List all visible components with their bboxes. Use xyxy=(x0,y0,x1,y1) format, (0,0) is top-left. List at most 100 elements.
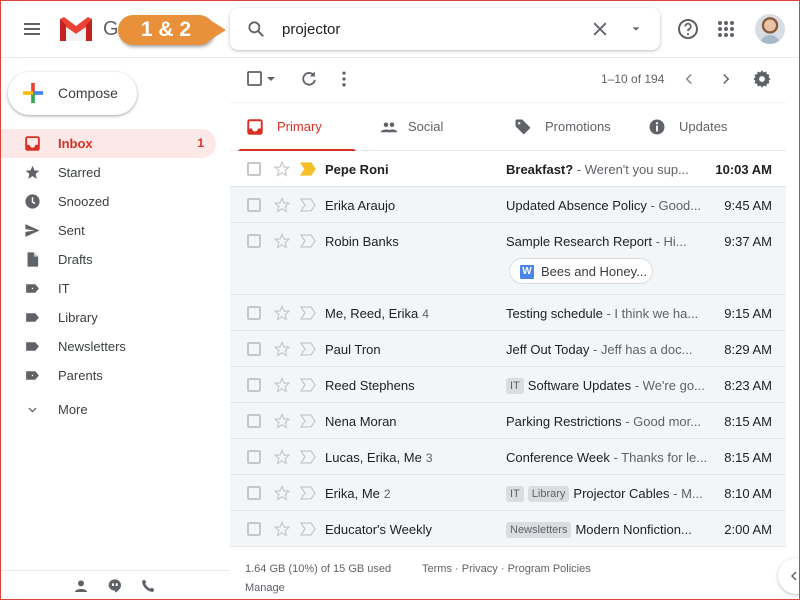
email-label-chip[interactable]: Library xyxy=(527,486,570,502)
email-snippet: - M... xyxy=(669,486,703,501)
email-row[interactable]: Paul Tron Jeff Out Today - Jeff has a doc… xyxy=(230,331,786,367)
important-marker-icon[interactable] xyxy=(300,162,316,176)
sender-name: Me, Reed, Erika xyxy=(325,306,419,321)
email-label-chip[interactable]: IT xyxy=(506,378,524,394)
previous-page-icon[interactable] xyxy=(680,70,698,88)
email-time: 8:23 AM xyxy=(724,378,772,393)
compose-button[interactable]: Compose xyxy=(8,72,137,115)
important-marker-icon[interactable] xyxy=(300,378,316,392)
attachment-chip[interactable]: W Bees and Honey... xyxy=(509,258,653,284)
important-marker-icon[interactable] xyxy=(300,342,316,356)
thread-count: 2 xyxy=(383,487,391,501)
star-toggle-icon[interactable] xyxy=(273,448,291,466)
next-page-icon[interactable] xyxy=(717,70,735,88)
thread-count: 4 xyxy=(422,307,429,321)
email-checkbox[interactable] xyxy=(247,198,261,212)
important-marker-icon[interactable] xyxy=(300,234,316,248)
email-checkbox[interactable] xyxy=(247,306,261,320)
star-toggle-icon[interactable] xyxy=(273,412,291,430)
star-toggle-icon[interactable] xyxy=(273,376,291,394)
sidebar-item-label: More xyxy=(58,402,88,417)
star-toggle-icon[interactable] xyxy=(273,340,291,358)
sidebar-item-drafts[interactable]: Drafts xyxy=(0,245,216,274)
settings-gear-icon[interactable] xyxy=(752,69,772,89)
sidebar-item-more[interactable]: More xyxy=(0,395,216,424)
star-toggle-icon[interactable] xyxy=(273,196,291,214)
privacy-link[interactable]: Privacy xyxy=(462,563,498,575)
tab-primary[interactable]: Primary xyxy=(230,103,364,152)
terms-link[interactable]: Terms xyxy=(422,563,452,575)
important-marker-icon[interactable] xyxy=(300,486,316,500)
important-marker-icon[interactable] xyxy=(300,306,316,320)
main-menu-button[interactable] xyxy=(20,17,44,41)
star-toggle-icon[interactable] xyxy=(273,232,291,250)
search-icon[interactable] xyxy=(246,19,266,39)
sender-name: Lucas, Erika, Me xyxy=(325,450,422,465)
refresh-icon[interactable] xyxy=(299,69,319,89)
compose-label: Compose xyxy=(58,85,118,101)
sidebar-item-sent[interactable]: Sent xyxy=(0,216,216,245)
apps-grid-icon[interactable] xyxy=(714,17,738,41)
email-checkbox[interactable] xyxy=(247,234,261,248)
email-sender: Me, Reed, Erika 4 xyxy=(325,306,429,321)
select-dropdown-icon[interactable] xyxy=(266,74,276,84)
tab-promotions[interactable]: Promotions xyxy=(498,103,632,151)
main-content: 1–10 of 194 Primary Social Promotions Up… xyxy=(230,58,786,600)
email-checkbox[interactable] xyxy=(247,522,261,536)
important-marker-icon[interactable] xyxy=(300,522,316,536)
sidebar-item-starred[interactable]: Starred xyxy=(0,158,216,187)
important-marker-icon[interactable] xyxy=(300,450,316,464)
sidebar-item-it[interactable]: IT xyxy=(0,274,216,303)
gmail-logo[interactable] xyxy=(58,15,94,43)
contacts-icon[interactable] xyxy=(73,578,89,594)
email-checkbox[interactable] xyxy=(247,414,261,428)
email-subject: Parking Restrictions xyxy=(506,414,622,429)
tab-social[interactable]: Social xyxy=(364,103,498,151)
star-toggle-icon[interactable] xyxy=(273,520,291,538)
search-options-icon[interactable] xyxy=(626,19,646,39)
clear-search-icon[interactable] xyxy=(590,19,610,39)
email-checkbox[interactable] xyxy=(247,162,261,176)
sidebar-item-inbox[interactable]: Inbox 1 xyxy=(0,129,216,158)
star-toggle-icon[interactable] xyxy=(273,160,291,178)
email-row[interactable]: Nena Moran Parking Restrictions - Good mo… xyxy=(230,403,786,439)
sidebar-item-library[interactable]: Library xyxy=(0,303,216,332)
program-policies-link[interactable]: Program Policies xyxy=(508,563,591,575)
callout-arrow xyxy=(210,20,226,40)
email-label-chip[interactable]: IT xyxy=(506,486,524,502)
email-label-chip[interactable]: Newsletters xyxy=(506,522,572,538)
email-checkbox[interactable] xyxy=(247,342,261,356)
email-row[interactable]: Robin Banks Sample Research Report - Hi..… xyxy=(230,223,786,295)
important-marker-icon[interactable] xyxy=(300,198,316,212)
email-row[interactable]: Pepe Roni Breakfast? - Weren't you sup...… xyxy=(230,151,786,187)
email-row[interactable]: Erika, Me 2 IT Library Projector Cables - M.… xyxy=(230,475,786,511)
email-snippet: - Jeff has a doc... xyxy=(592,342,693,357)
star-toggle-icon[interactable] xyxy=(273,484,291,502)
email-row[interactable]: Lucas, Erika, Me 3 Conference Week - Thank… xyxy=(230,439,786,475)
search-input[interactable] xyxy=(282,18,572,40)
email-checkbox[interactable] xyxy=(247,486,261,500)
email-checkbox[interactable] xyxy=(247,450,261,464)
phone-icon[interactable] xyxy=(140,578,156,594)
account-avatar[interactable] xyxy=(755,14,785,44)
email-row[interactable]: Reed Stephens IT Software Updates - We're … xyxy=(230,367,786,403)
star-toggle-icon[interactable] xyxy=(273,304,291,322)
sidebar-item-parents[interactable]: Parents xyxy=(0,361,216,390)
email-sender: Nena Moran xyxy=(325,414,397,429)
tab-updates[interactable]: Updates xyxy=(632,103,766,151)
more-options-icon[interactable] xyxy=(334,69,354,89)
important-marker-icon[interactable] xyxy=(300,414,316,428)
sidebar-item-newsletters[interactable]: Newsletters xyxy=(0,332,216,361)
sidebar-item-snoozed[interactable]: Snoozed xyxy=(0,187,216,216)
select-all-checkbox[interactable] xyxy=(246,70,264,88)
email-row[interactable]: Educator's Weekly Newsletters Modern Nonfi… xyxy=(230,511,786,547)
sender-name: Reed Stephens xyxy=(325,378,415,393)
help-icon[interactable] xyxy=(676,17,700,41)
hangouts-icon[interactable] xyxy=(107,578,123,594)
mail-footer: 1.64 GB (10%) of 15 GB used Manage Terms… xyxy=(230,561,786,600)
email-content: Updated Absence Policy - Good... xyxy=(506,198,706,213)
email-checkbox[interactable] xyxy=(247,378,261,392)
email-row[interactable]: Erika Araujo Updated Absence Policy - Goo… xyxy=(230,187,786,223)
manage-storage-link[interactable]: Manage xyxy=(245,582,285,594)
email-row[interactable]: Me, Reed, Erika 4 Testing schedule - I thi… xyxy=(230,295,786,331)
